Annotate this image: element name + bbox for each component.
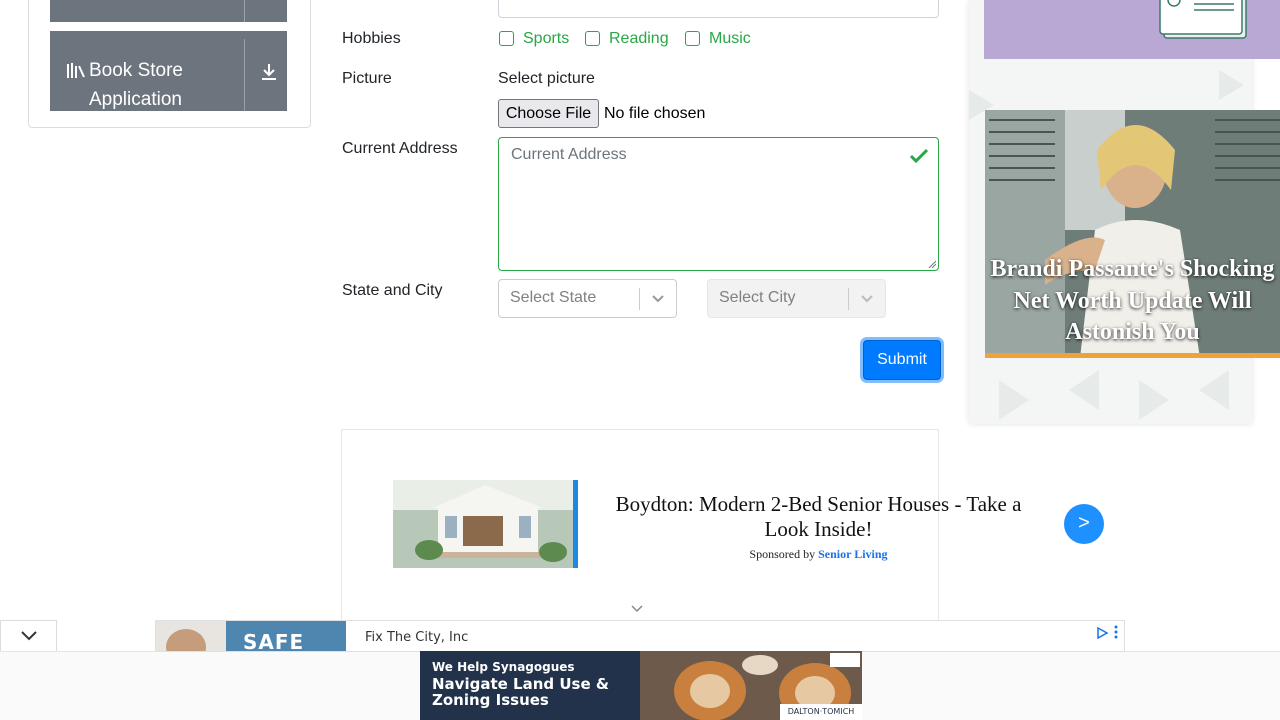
more-options-icon[interactable] (1114, 625, 1118, 639)
sponsored-photo-ad[interactable]: Brandi Passante's Shocking Net Worth Upd… (985, 110, 1280, 358)
resize-grip-icon[interactable] (928, 260, 936, 268)
tiny-house-image (393, 480, 578, 568)
sponsor-brand[interactable]: Senior Living (818, 547, 887, 561)
reading-checkbox[interactable] (585, 31, 600, 46)
sponsor-prefix: Sponsored by (749, 547, 816, 561)
chevron-down-icon[interactable] (858, 292, 876, 306)
tile-divider (244, 0, 245, 22)
music-checkbox-label[interactable]: Music (709, 30, 751, 48)
choose-file-button[interactable]: Choose File (498, 99, 599, 128)
current-address-label: Current Address (342, 140, 458, 157)
file-status: No file chosen (604, 105, 706, 122)
strip-ad-advertiser: Fix The City, Inc (365, 630, 469, 645)
music-checkbox[interactable] (685, 31, 700, 46)
sports-checkbox[interactable] (499, 31, 514, 46)
sidebar-tile-previous[interactable] (50, 0, 287, 22)
ad-headline[interactable]: Brandi Passante's Shocking Net Worth Upd… (985, 254, 1280, 349)
picture-hint: Select picture (498, 70, 595, 87)
books-icon (67, 63, 85, 78)
native-ad-thumbnail[interactable] (393, 480, 578, 568)
city-select-value: Select City (719, 289, 796, 306)
ad-accent-bar (985, 353, 1280, 358)
adchoices-icon[interactable] (830, 653, 860, 667)
banner-kicker: We Help Synagogues (432, 660, 575, 674)
select-separator (639, 288, 640, 310)
resume-illustration (1159, 0, 1247, 39)
state-select[interactable]: Select State (498, 279, 677, 318)
state-city-label: State and City (342, 282, 443, 299)
bottom-banner-ad[interactable]: We Help Synagogues Navigate Land Use & Z… (420, 651, 862, 720)
reading-checkbox-label[interactable]: Reading (609, 30, 669, 48)
current-address-textarea[interactable] (498, 137, 939, 271)
select-separator (848, 288, 849, 310)
native-ad-sponsor: Sponsored by Senior Living (600, 547, 1037, 562)
submit-button[interactable]: Submit (863, 340, 941, 380)
chevron-down-icon[interactable] (630, 604, 644, 614)
banner-brand: DALTON·TOMICH (780, 704, 862, 720)
strip-ad-word: SAFE (243, 630, 305, 652)
chevron-down-icon (21, 631, 37, 641)
strip-ad[interactable]: SAFE Fix The City, Inc (155, 620, 1125, 652)
banner-headline: Navigate Land Use & Zoning Issues (432, 675, 609, 709)
city-select[interactable]: Select City (707, 279, 886, 318)
hobbies-label: Hobbies (342, 30, 401, 47)
check-icon (909, 148, 929, 164)
strip-ad-thumbnail: SAFE (156, 621, 346, 652)
tile-divider (244, 39, 245, 111)
promo-banner[interactable] (984, 0, 1280, 59)
collapse-ad-button[interactable] (0, 620, 57, 651)
native-ad-go-button[interactable]: > (1064, 504, 1104, 544)
chevron-down-icon[interactable] (649, 292, 667, 306)
sports-checkbox-label[interactable]: Sports (523, 30, 569, 48)
download-icon[interactable] (258, 61, 280, 83)
state-select-value: Select State (510, 289, 597, 306)
native-ad-title[interactable]: Boydton: Modern 2-Bed Senior Houses - Ta… (600, 492, 1037, 542)
subjects-input[interactable] (498, 0, 939, 18)
adchoices-icon[interactable] (1096, 627, 1109, 639)
sidebar-tile-label: Book Store Application (89, 60, 183, 110)
picture-label: Picture (342, 70, 392, 87)
sidebar-tile-book-store[interactable]: Book Store Application (50, 31, 287, 111)
